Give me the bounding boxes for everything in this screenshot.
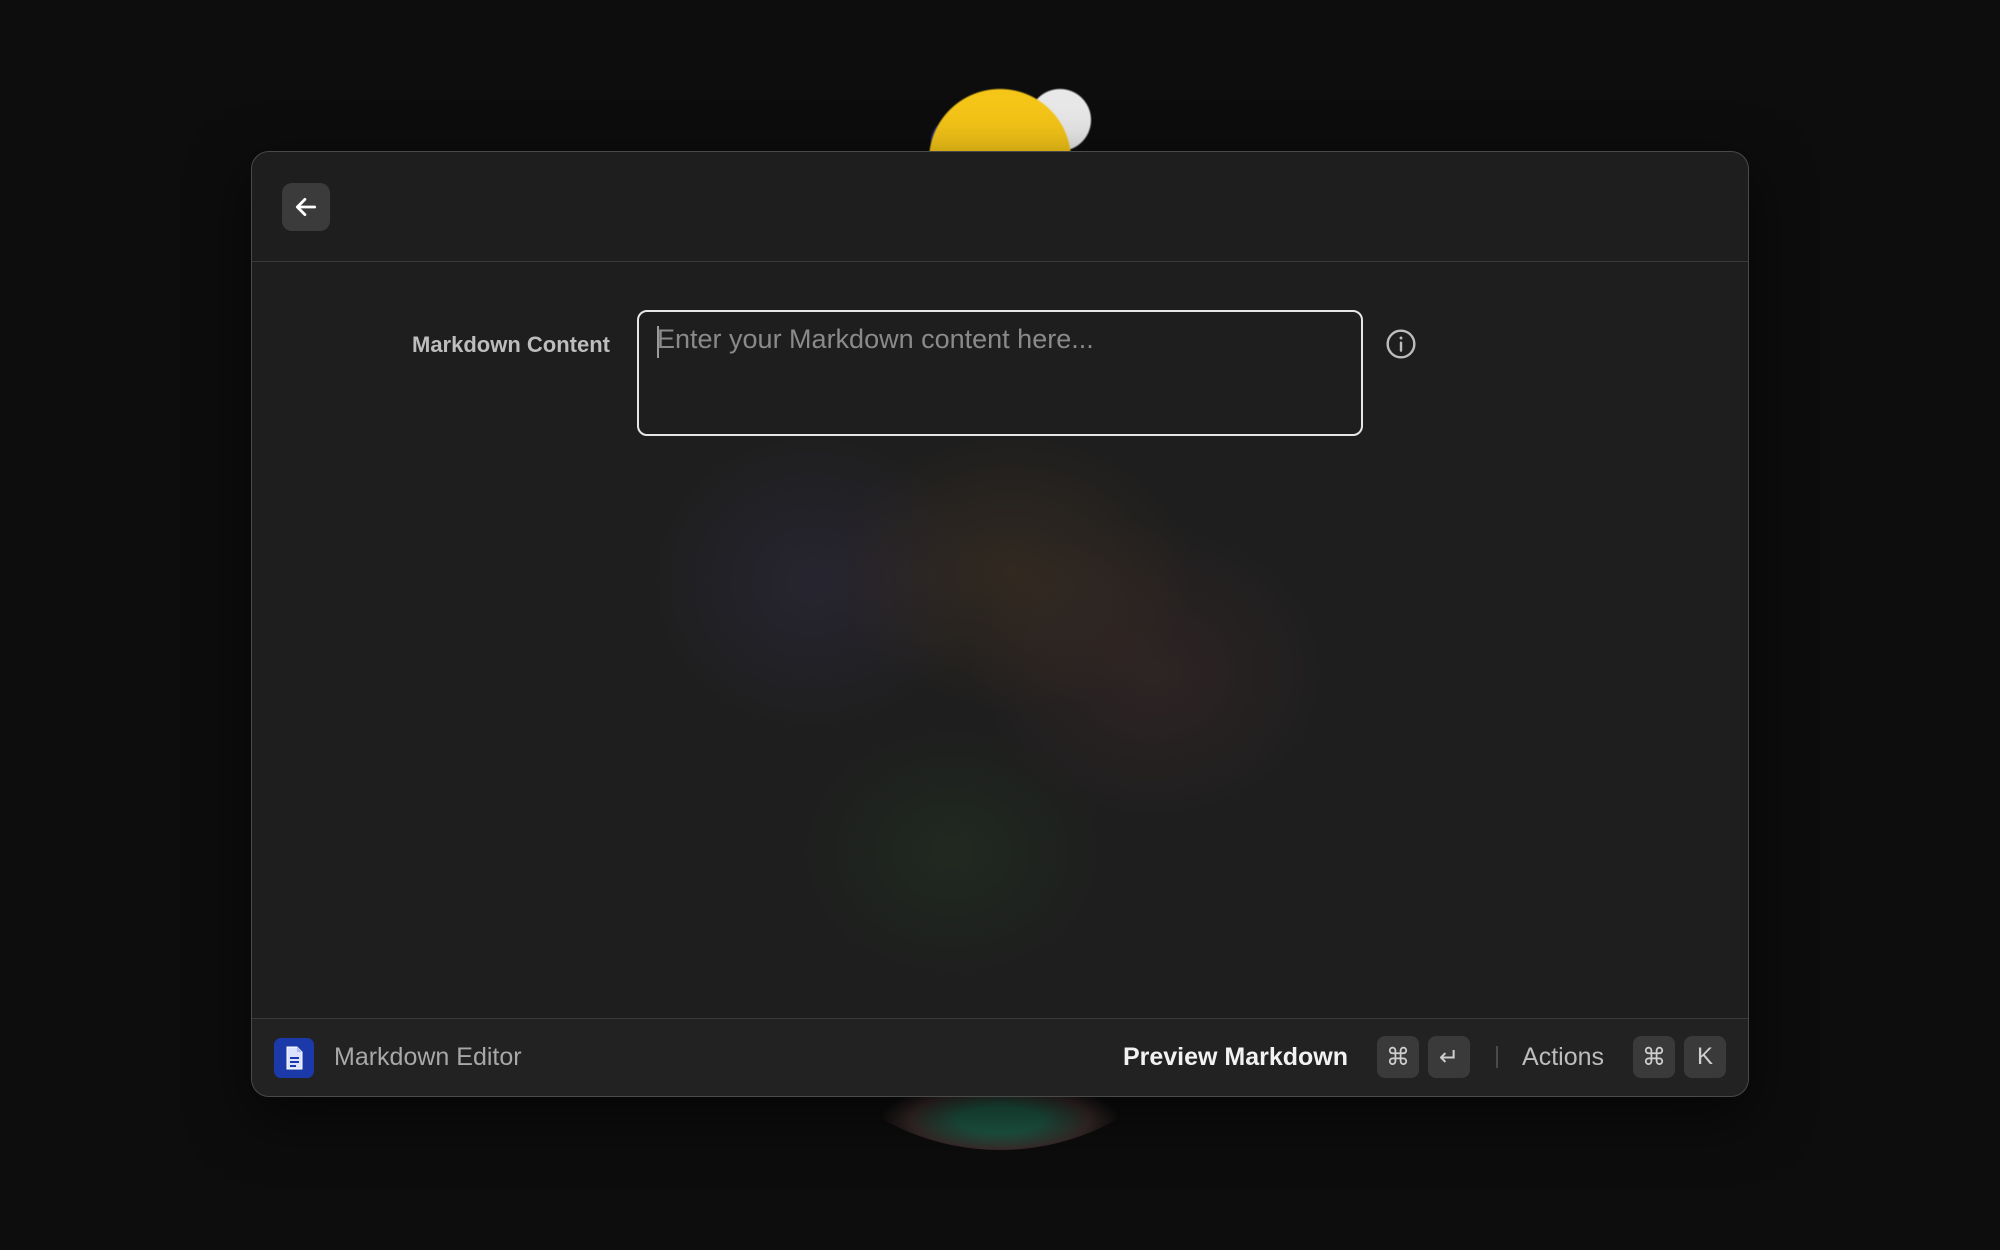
actions-button[interactable]: Actions bbox=[1522, 1043, 1604, 1072]
markdown-content-input[interactable] bbox=[657, 324, 1347, 424]
footer-divider bbox=[1496, 1046, 1499, 1068]
window-topbar bbox=[252, 152, 1748, 262]
shortcut-key-command: ⌘ bbox=[1377, 1036, 1420, 1078]
markdown-content-label: Markdown Content bbox=[412, 332, 610, 357]
markdown-document-icon bbox=[274, 1038, 314, 1078]
arrow-left-icon bbox=[295, 198, 317, 216]
shortcut-key-command: ⌘ bbox=[1633, 1036, 1675, 1078]
markdown-content-row: Markdown Content bbox=[252, 310, 1748, 440]
preview-markdown-button[interactable]: Preview Markdown bbox=[1123, 1043, 1348, 1072]
footer-bar: Markdown Editor Preview Markdown ⌘ ↵ Act… bbox=[252, 1018, 1748, 1096]
app-name: Markdown Editor bbox=[334, 1043, 522, 1071]
shortcut-key-return: ↵ bbox=[1428, 1036, 1471, 1078]
markdown-content-field-frame bbox=[637, 310, 1363, 436]
footer-actions: Preview Markdown ⌘ ↵ Actions ⌘ K bbox=[1123, 1036, 1726, 1078]
info-icon[interactable] bbox=[1385, 328, 1417, 360]
markdown-editor-window: Markdown Content Markdown Editor Preview… bbox=[251, 151, 1749, 1097]
back-button[interactable] bbox=[282, 183, 330, 231]
shortcut-key-k: K bbox=[1684, 1036, 1726, 1078]
